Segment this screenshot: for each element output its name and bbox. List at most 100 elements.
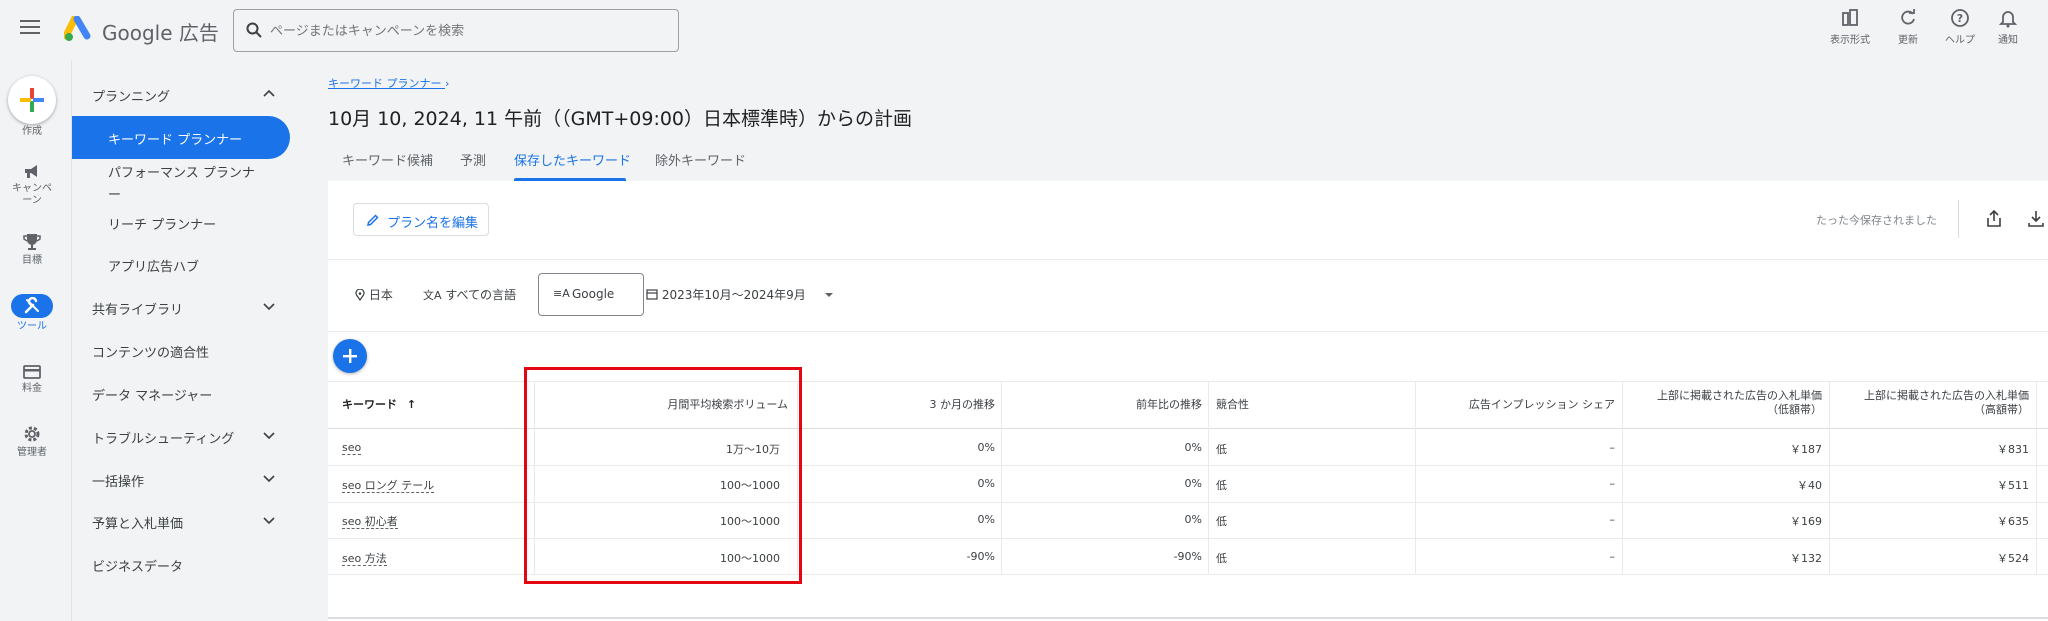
network-icon: ≡A xyxy=(553,287,570,300)
bid-high-cell: ￥831 xyxy=(1997,443,2029,456)
rail-create-label: 作成 xyxy=(22,126,42,137)
chevron-down-icon[interactable] xyxy=(263,475,275,483)
nav-item-budgets-bids[interactable]: 予算と入札単価 xyxy=(92,513,183,532)
divider xyxy=(328,259,2048,260)
three-month-cell: -90% xyxy=(966,550,995,563)
chevron-down-icon[interactable] xyxy=(263,517,275,525)
nav-item-business-data[interactable]: ビジネスデータ xyxy=(92,556,183,575)
nav-panel: プランニング キーワード プランナー パフォーマンス プランナ ー リーチ プラ… xyxy=(71,60,311,621)
page-title: 10月 10, 2024, 11 午前（（GMT+09:00）日本標準時）からの… xyxy=(328,108,913,130)
rail-item-billing[interactable]: 料金 xyxy=(0,364,64,395)
nav-performance-planner-line1: パフォーマンス プランナ xyxy=(108,166,255,181)
column-header-bid-high[interactable]: 上部に掲載された広告の入札単価 （高額帯） xyxy=(1829,389,2029,417)
column-header-competition[interactable]: 競合性 xyxy=(1216,398,1249,412)
wrench-icon xyxy=(24,297,39,314)
bid-low-cell: ￥40 xyxy=(1797,479,1822,492)
column-header-impression-share[interactable]: 広告インプレッション シェア xyxy=(1415,398,1615,412)
save-status: たった今保存されました xyxy=(1816,214,1937,227)
chevron-down-icon[interactable] xyxy=(263,303,275,311)
language-filter[interactable]: 文A すべての言語 xyxy=(423,286,516,303)
chevron-down-icon[interactable] xyxy=(263,432,275,440)
rail-item-campaigns[interactable]: キャンペーン xyxy=(0,162,64,207)
keyword-cell[interactable]: seo 初心者 xyxy=(342,515,398,529)
nav-item-planning[interactable]: プランニング xyxy=(92,86,170,105)
nav-item-content-suitability[interactable]: コンテンツの適合性 xyxy=(92,342,209,361)
language-filter-label: すべての言語 xyxy=(445,288,517,302)
search-box[interactable] xyxy=(233,9,679,52)
bid-low-cell: ￥132 xyxy=(1790,552,1822,565)
top-bar: Google 広告 表示形式 更新 ? ヘルプ 通知 xyxy=(0,0,2048,60)
notifications-button[interactable]: 通知 xyxy=(1978,8,2038,46)
rail-item-goals[interactable]: 目標 xyxy=(0,232,64,267)
bell-icon xyxy=(1998,11,2018,28)
tab-negative-keywords[interactable]: 除外キーワード xyxy=(655,150,746,169)
keyword-cell[interactable]: seo ロング テール xyxy=(342,479,435,493)
create-button[interactable] xyxy=(8,76,56,124)
google-ads-logo xyxy=(64,16,91,41)
trophy-icon xyxy=(23,234,41,250)
nav-item-app-hub[interactable]: アプリ広告ハブ xyxy=(108,256,199,275)
location-filter[interactable]: 日本 xyxy=(355,286,393,303)
network-filter[interactable]: ≡A Google xyxy=(538,273,644,316)
menu-icon[interactable] xyxy=(20,20,40,36)
three-month-cell: 0% xyxy=(977,477,995,490)
highlight-annotation xyxy=(524,367,802,584)
tab-saved-keywords[interactable]: 保存したキーワード xyxy=(514,150,631,169)
yoy-cell: 0% xyxy=(1184,513,1202,526)
nav-item-keyword-planner[interactable]: キーワード プランナー xyxy=(72,116,290,159)
left-rail: 作成 キャンペーン 目標 ツール 料金 管理者 xyxy=(0,60,64,621)
breadcrumb[interactable]: キーワード プランナー › xyxy=(328,75,449,91)
credit-card-icon xyxy=(23,365,41,379)
keyword-cell[interactable]: seo 方法 xyxy=(342,552,387,566)
nav-item-reach-planner[interactable]: リーチ プランナー xyxy=(108,214,216,233)
keyword-cell[interactable]: seo xyxy=(342,441,362,455)
refresh-icon xyxy=(1901,9,1915,25)
column-header-keyword[interactable]: キーワード ↑ xyxy=(342,398,416,412)
competition-cell: 低 xyxy=(1216,515,1227,528)
nav-item-performance-planner[interactable]: パフォーマンス プランナ ー xyxy=(108,162,255,203)
divider xyxy=(328,331,2048,332)
column-header-bid-low-line2: （低額帯） xyxy=(1767,403,1822,416)
table-bottom-scrollbar[interactable] xyxy=(328,617,2048,619)
rail-item-tools[interactable]: ツール xyxy=(0,294,64,333)
three-month-cell: 0% xyxy=(977,513,995,526)
download-icon[interactable] xyxy=(2026,209,2046,229)
yoy-cell: -90% xyxy=(1173,550,1202,563)
breadcrumb-chevron-icon: › xyxy=(445,77,450,90)
chevron-up-icon[interactable] xyxy=(263,89,275,97)
column-divider xyxy=(2036,381,2037,574)
nav-item-bulk-actions[interactable]: 一括操作 xyxy=(92,471,144,490)
plus-icon xyxy=(343,349,357,363)
competition-cell: 低 xyxy=(1216,479,1227,492)
sort-arrow-up-icon: ↑ xyxy=(406,398,417,411)
bid-high-cell: ￥524 xyxy=(1997,552,2029,565)
tab-keyword-ideas[interactable]: キーワード候補 xyxy=(342,150,433,169)
add-keyword-button[interactable] xyxy=(333,339,367,373)
bid-high-cell: ￥511 xyxy=(1997,479,2029,492)
column-header-bid-low[interactable]: 上部に掲載された広告の入札単価 （低額帯） xyxy=(1622,389,1822,417)
appearance-button[interactable]: 表示形式 xyxy=(1820,8,1880,46)
column-header-bid-low-line1: 上部に掲載された広告の入札単価 xyxy=(1657,389,1822,402)
breadcrumb-link[interactable]: キーワード プランナー xyxy=(328,77,442,90)
nav-item-data-manager[interactable]: データ マネージャー xyxy=(92,385,212,404)
svg-text:?: ? xyxy=(1957,12,1963,25)
nav-item-shared-library[interactable]: 共有ライブラリ xyxy=(92,299,183,318)
edit-plan-name-button[interactable]: プラン名を編集 xyxy=(353,203,489,236)
share-icon[interactable] xyxy=(1984,209,2004,229)
column-header-three-month[interactable]: 3 か月の推移 xyxy=(797,398,996,412)
nav-item-troubleshooting[interactable]: トラブルシューティング xyxy=(92,428,234,447)
bid-low-cell: ￥187 xyxy=(1790,443,1822,456)
search-input[interactable] xyxy=(270,20,660,42)
column-header-bid-high-line2: （高額帯） xyxy=(1974,403,2029,416)
appearance-label: 表示形式 xyxy=(1830,35,1870,46)
column-header-yoy[interactable]: 前年比の推移 xyxy=(1001,398,1202,412)
impression-share-cell: – xyxy=(1609,441,1616,454)
rail-item-admin[interactable]: 管理者 xyxy=(0,424,64,459)
help-icon: ? xyxy=(1951,9,1969,27)
column-divider xyxy=(1208,381,1209,574)
tab-forecast[interactable]: 予測 xyxy=(460,150,486,169)
yoy-cell: 0% xyxy=(1184,477,1202,490)
pencil-icon xyxy=(367,214,379,226)
date-range-filter[interactable]: 2023年10月～2024年9月 xyxy=(646,286,834,303)
refresh-button[interactable]: 更新 xyxy=(1878,8,1938,46)
